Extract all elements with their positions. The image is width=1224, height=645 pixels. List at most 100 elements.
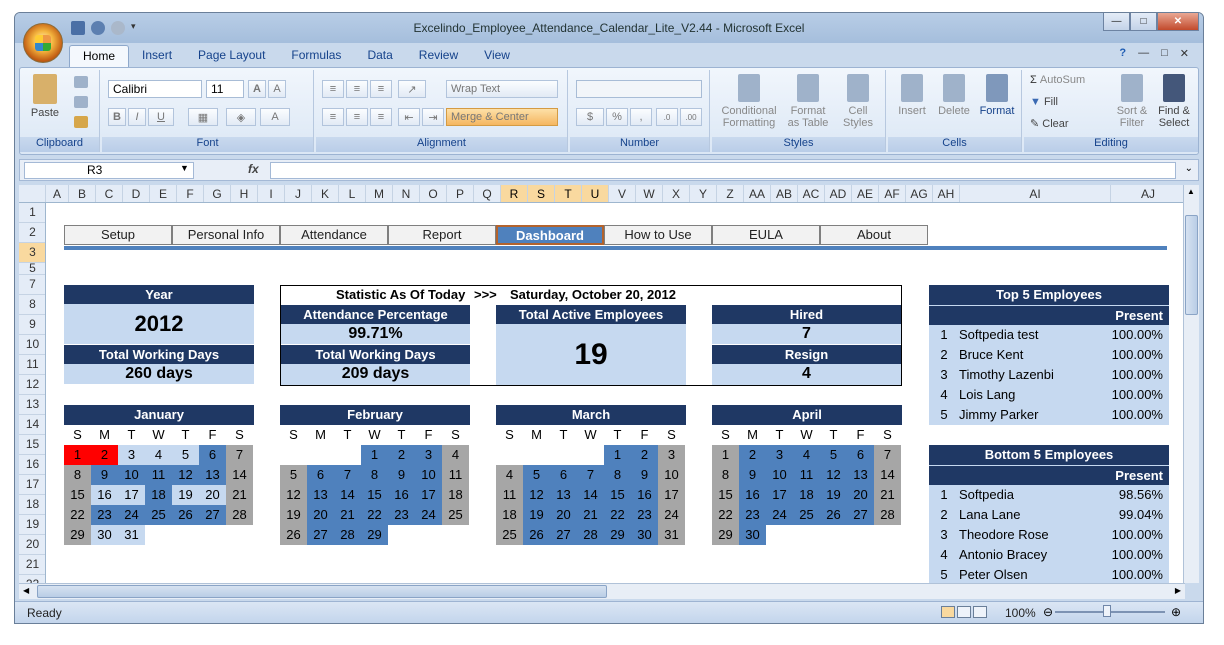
calendar-day[interactable]: 24	[658, 505, 685, 525]
tab-formulas[interactable]: Formulas	[278, 45, 354, 67]
calendar-day[interactable]: 25	[496, 525, 523, 545]
format-painter-icon[interactable]	[74, 116, 88, 128]
calendar-day[interactable]: 13	[307, 485, 334, 505]
calendar-day[interactable]: 21	[874, 485, 901, 505]
select-all-corner[interactable]	[19, 185, 46, 202]
increase-indent-button[interactable]: ⇥	[422, 108, 444, 126]
calendar-day[interactable]: 2	[388, 445, 415, 465]
align-top-button[interactable]: ≡	[322, 80, 344, 98]
calendar-day[interactable]: 29	[604, 525, 631, 545]
underline-button[interactable]: U	[148, 108, 174, 126]
decrease-indent-button[interactable]: ⇤	[398, 108, 420, 126]
formula-input[interactable]	[270, 162, 1176, 179]
nav-personal-info[interactable]: Personal Info	[172, 225, 280, 245]
calendar-day[interactable]: 19	[523, 505, 550, 525]
calendar-day[interactable]: 10	[658, 465, 685, 485]
column-header-u[interactable]: U	[582, 185, 609, 202]
vertical-scrollbar[interactable]: ▲	[1183, 185, 1199, 583]
column-header-r[interactable]: R	[501, 185, 528, 202]
minimize-button[interactable]: —	[1103, 13, 1130, 31]
autosum-button[interactable]: Σ AutoSum	[1030, 74, 1110, 86]
calendar-day[interactable]: 7	[577, 465, 604, 485]
calendar-day[interactable]: 11	[793, 465, 820, 485]
calendar-day[interactable]: 22	[361, 505, 388, 525]
insert-function-button[interactable]: fx	[248, 162, 259, 176]
calendar-day[interactable]: 10	[766, 465, 793, 485]
column-header-s[interactable]: S	[528, 185, 555, 202]
column-header-o[interactable]: O	[420, 185, 447, 202]
name-box-dropdown-icon[interactable]: ▼	[180, 163, 189, 173]
align-middle-button[interactable]: ≡	[346, 80, 368, 98]
row-header-21[interactable]: 21	[19, 555, 45, 575]
font-color-button[interactable]: A	[260, 108, 290, 126]
calendar-day[interactable]: 3	[658, 445, 685, 465]
calendar-day[interactable]: 16	[91, 485, 118, 505]
calendar-day[interactable]: 29	[64, 525, 91, 545]
zoom-in-icon[interactable]: ⊕	[1171, 605, 1181, 619]
wrap-text-button[interactable]: Wrap Text	[446, 80, 558, 98]
calendar-day[interactable]: 21	[334, 505, 361, 525]
calendar-day[interactable]: 17	[118, 485, 145, 505]
align-center-button[interactable]: ≡	[346, 108, 368, 126]
column-header-j[interactable]: J	[285, 185, 312, 202]
calendar-day[interactable]: 31	[118, 525, 145, 545]
calendar-day[interactable]: 29	[361, 525, 388, 545]
column-header-af[interactable]: AF	[879, 185, 906, 202]
tab-home[interactable]: Home	[69, 45, 130, 67]
scroll-left-icon[interactable]: ◀	[23, 586, 29, 595]
cut-icon[interactable]	[74, 76, 88, 88]
zoom-slider-knob[interactable]	[1103, 605, 1111, 617]
calendar-day[interactable]: 7	[226, 445, 253, 465]
calendar-day[interactable]: 11	[442, 465, 469, 485]
shrink-font-button[interactable]: A	[268, 80, 286, 98]
nav-setup[interactable]: Setup	[64, 225, 172, 245]
currency-button[interactable]: $	[576, 108, 604, 126]
font-size-select[interactable]: 11	[206, 80, 244, 98]
calendar-day[interactable]: 1	[361, 445, 388, 465]
calendar-day[interactable]: 3	[118, 445, 145, 465]
tab-page-layout[interactable]: Page Layout	[185, 45, 278, 67]
calendar-day[interactable]: 27	[847, 505, 874, 525]
row-header-9[interactable]: 9	[19, 315, 45, 335]
column-header-f[interactable]: F	[177, 185, 204, 202]
column-header-c[interactable]: C	[96, 185, 123, 202]
calendar-day[interactable]: 24	[118, 505, 145, 525]
calendar-day[interactable]: 26	[280, 525, 307, 545]
column-header-h[interactable]: H	[231, 185, 258, 202]
bold-button[interactable]: B	[108, 108, 126, 126]
calendar-day[interactable]: 23	[739, 505, 766, 525]
calendar-day[interactable]: 4	[145, 445, 172, 465]
calendar-day[interactable]: 12	[172, 465, 199, 485]
row-header-13[interactable]: 13	[19, 395, 45, 415]
calendar-day[interactable]: 14	[577, 485, 604, 505]
row-header-20[interactable]: 20	[19, 535, 45, 555]
fill-button[interactable]: ▼ Fill	[1030, 96, 1110, 108]
calendar-day[interactable]: 24	[766, 505, 793, 525]
maximize-button[interactable]: □	[1130, 13, 1157, 31]
calendar-day[interactable]: 28	[874, 505, 901, 525]
align-bottom-button[interactable]: ≡	[370, 80, 392, 98]
help-icon[interactable]: ?	[1119, 47, 1126, 60]
calendar-day[interactable]: 6	[199, 445, 226, 465]
scroll-up-icon[interactable]: ▲	[1187, 187, 1195, 196]
vertical-scroll-thumb[interactable]	[1185, 215, 1198, 315]
calendar-day[interactable]: 1	[64, 445, 91, 465]
calendar-day[interactable]: 27	[307, 525, 334, 545]
calendar-day[interactable]: 16	[739, 485, 766, 505]
calendar-day[interactable]: 2	[631, 445, 658, 465]
column-header-e[interactable]: E	[150, 185, 177, 202]
page-layout-view-icon[interactable]	[957, 606, 971, 618]
insert-cells-button[interactable]: Insert	[892, 74, 932, 117]
calendar-day[interactable]: 12	[280, 485, 307, 505]
worksheet[interactable]: Setup Personal Info Attendance Report Dashbo…	[46, 203, 1185, 583]
column-header-ab[interactable]: AB	[771, 185, 798, 202]
calendar-day[interactable]: 17	[658, 485, 685, 505]
calendar-day[interactable]: 5	[523, 465, 550, 485]
calendar-day[interactable]: 23	[388, 505, 415, 525]
calendar-day[interactable]: 10	[415, 465, 442, 485]
clear-button[interactable]: ✎ Clear	[1030, 118, 1110, 130]
calendar-day[interactable]: 10	[118, 465, 145, 485]
calendar-day[interactable]: 2	[91, 445, 118, 465]
doc-restore-icon[interactable]: □	[1161, 47, 1168, 60]
column-header-d[interactable]: D	[123, 185, 150, 202]
